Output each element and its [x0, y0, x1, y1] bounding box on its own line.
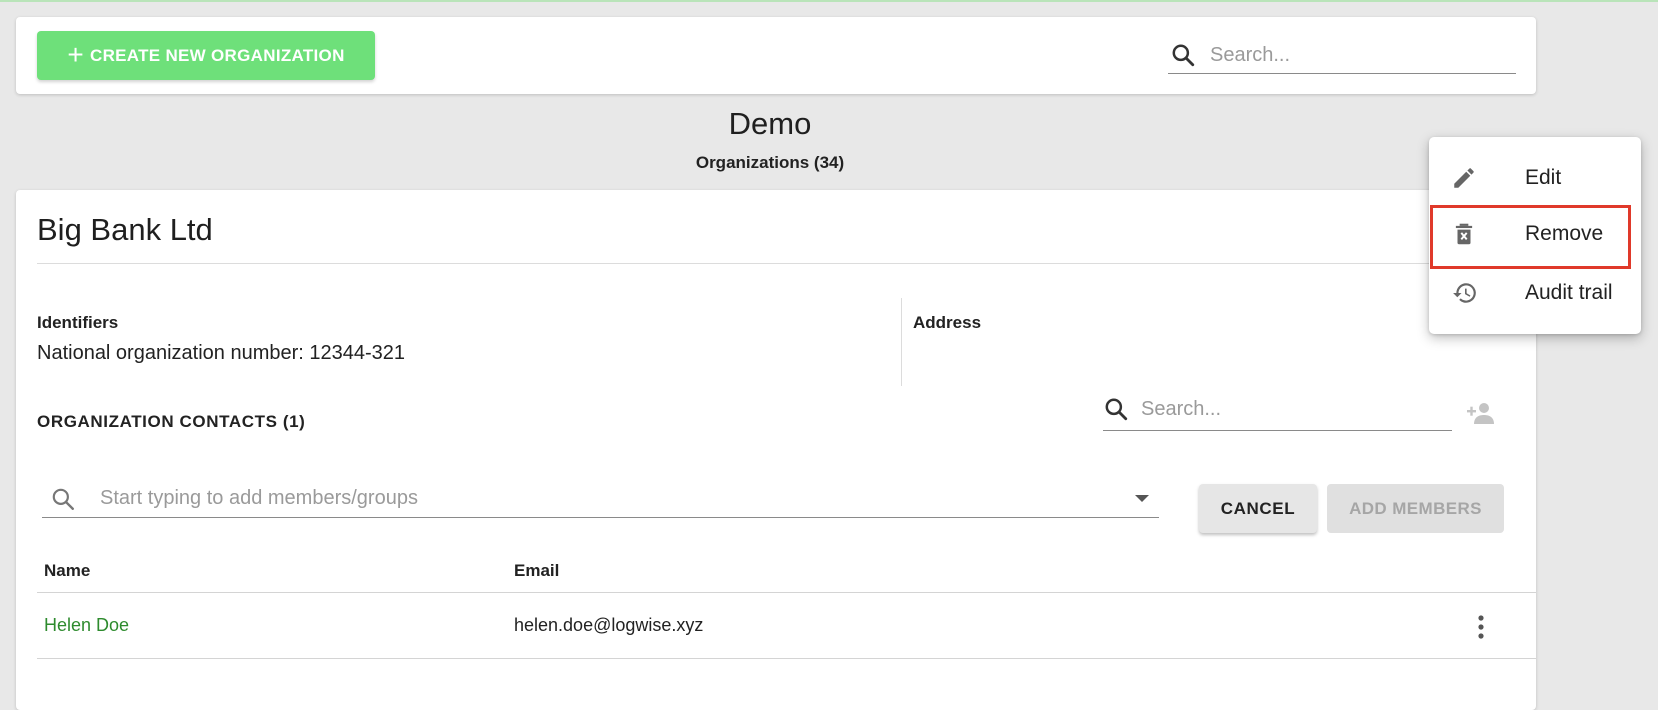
column-header-email[interactable]: Email [514, 561, 559, 581]
divider [37, 263, 1536, 264]
menu-item-label: Edit [1525, 165, 1562, 189]
identifier-value: National organization number: 12344-321 [37, 342, 406, 364]
dropdown-arrow-icon[interactable] [1135, 495, 1149, 502]
add-person-icon[interactable] [1465, 400, 1497, 426]
context-menu: Edit Remove Audit trail [1429, 137, 1641, 334]
identifiers-label: Identifiers [37, 313, 119, 332]
top-search-input[interactable] [1210, 43, 1510, 67]
table-row: Helen Doe helen.doe@logwise.xyz [37, 594, 1536, 659]
top-accent-bar [0, 0, 1658, 2]
create-organization-label: CREATE NEW ORGANIZATION [90, 45, 345, 65]
contact-name-link[interactable]: Helen Doe [44, 615, 129, 636]
top-search-field[interactable] [1168, 37, 1516, 74]
menu-item-label: Remove [1525, 221, 1604, 245]
create-organization-button[interactable]: + CREATE NEW ORGANIZATION [37, 31, 375, 80]
search-icon [1172, 44, 1195, 67]
organization-name: Big Bank Ltd [37, 212, 213, 247]
trash-icon [1455, 223, 1473, 245]
column-header-name[interactable]: Name [44, 561, 90, 581]
contacts-search-field[interactable] [1103, 388, 1452, 431]
vertical-divider [901, 298, 902, 386]
history-icon [1453, 283, 1476, 303]
contact-email: helen.doe@logwise.xyz [514, 615, 704, 635]
search-icon [52, 488, 74, 510]
menu-item-remove[interactable]: Remove [1429, 205, 1641, 262]
organization-card: Big Bank Ltd Identifiers National organi… [16, 190, 1536, 710]
address-label: Address [913, 313, 982, 332]
table-header: Name Email [37, 548, 1536, 593]
more-vertical-icon[interactable] [1477, 614, 1485, 640]
cancel-button[interactable]: CANCEL [1199, 484, 1317, 533]
contacts-search-input[interactable] [1141, 397, 1441, 421]
add-members-field[interactable] [42, 480, 1159, 518]
menu-item-label: Audit trail [1525, 280, 1613, 304]
menu-item-audit-trail[interactable]: Audit trail [1429, 264, 1641, 321]
pencil-icon [1454, 168, 1474, 188]
top-toolbar: + CREATE NEW ORGANIZATION [16, 17, 1536, 94]
add-members-input[interactable] [100, 487, 1100, 510]
organizations-count: Organizations (34) [695, 153, 845, 172]
add-members-button[interactable]: ADD MEMBERS [1327, 484, 1504, 533]
menu-item-edit[interactable]: Edit [1429, 149, 1641, 206]
plus-icon: + [67, 38, 84, 70]
contacts-heading: ORGANIZATION CONTACTS (1) [37, 412, 306, 431]
search-icon [1105, 398, 1128, 421]
page-title: Demo [728, 106, 812, 141]
